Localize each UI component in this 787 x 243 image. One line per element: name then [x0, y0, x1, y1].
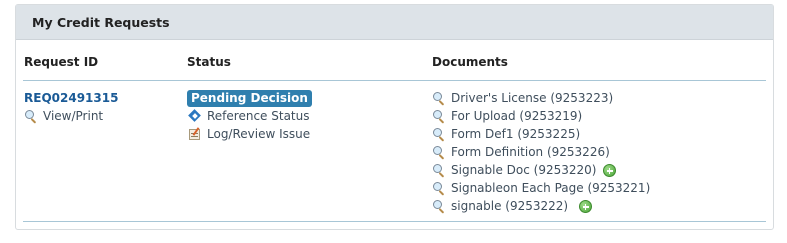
add-plus-icon[interactable]	[603, 164, 616, 177]
document-link[interactable]: Driver's License (9253223)	[432, 91, 614, 106]
credit-requests-panel: My Credit Requests	[15, 4, 774, 230]
document-label: For Upload (9253219)	[451, 109, 583, 123]
log-review-issue-label: Log/Review Issue	[207, 127, 311, 141]
document-label: Signable Doc (9253220)	[451, 163, 597, 177]
add-plus-icon[interactable]	[579, 200, 592, 213]
magnifier-icon	[432, 127, 446, 142]
document-label: signable (9253222)	[451, 199, 569, 213]
panel-title: My Credit Requests	[32, 14, 170, 30]
magnifier-icon	[432, 163, 446, 178]
document-link[interactable]: Form Definition (9253226)	[432, 145, 610, 160]
magnifier-icon	[432, 181, 446, 196]
document-link[interactable]: Signableon Each Page (9253221)	[432, 181, 651, 196]
panel-header: My Credit Requests	[16, 5, 773, 40]
document-link[interactable]: Form Def1 (9253225)	[432, 127, 581, 142]
magnifier-icon	[432, 145, 446, 160]
column-header-documents: Documents	[432, 55, 508, 69]
request-id-link[interactable]: REQ02491315	[24, 91, 118, 105]
magnifier-icon	[432, 109, 446, 124]
reference-status-link[interactable]: Reference Status	[188, 109, 309, 123]
column-header-request-id: Request ID	[24, 55, 99, 69]
document-link[interactable]: Signable Doc (9253220)	[432, 163, 597, 178]
document-label: Form Definition (9253226)	[451, 145, 610, 159]
row-divider	[23, 221, 766, 222]
magnifier-icon	[432, 199, 446, 214]
document-link[interactable]: signable (9253222)	[432, 199, 569, 214]
document-label: Form Def1 (9253225)	[451, 127, 581, 141]
view-print-link[interactable]: View/Print	[24, 109, 104, 124]
document-label: Driver's License (9253223)	[451, 91, 614, 105]
magnifier-icon	[432, 91, 446, 106]
reference-status-icon	[188, 109, 202, 123]
status-badge: Pending Decision	[187, 90, 312, 107]
reference-status-label: Reference Status	[207, 109, 310, 123]
column-header-status: Status	[187, 55, 231, 69]
document-label: Signableon Each Page (9253221)	[451, 181, 651, 195]
view-print-label: View/Print	[43, 109, 104, 123]
log-review-icon	[188, 127, 202, 141]
document-link[interactable]: For Upload (9253219)	[432, 109, 583, 124]
magnifier-icon	[24, 109, 38, 124]
log-review-issue-link[interactable]: Log/Review Issue	[188, 127, 310, 141]
header-divider	[23, 80, 766, 81]
